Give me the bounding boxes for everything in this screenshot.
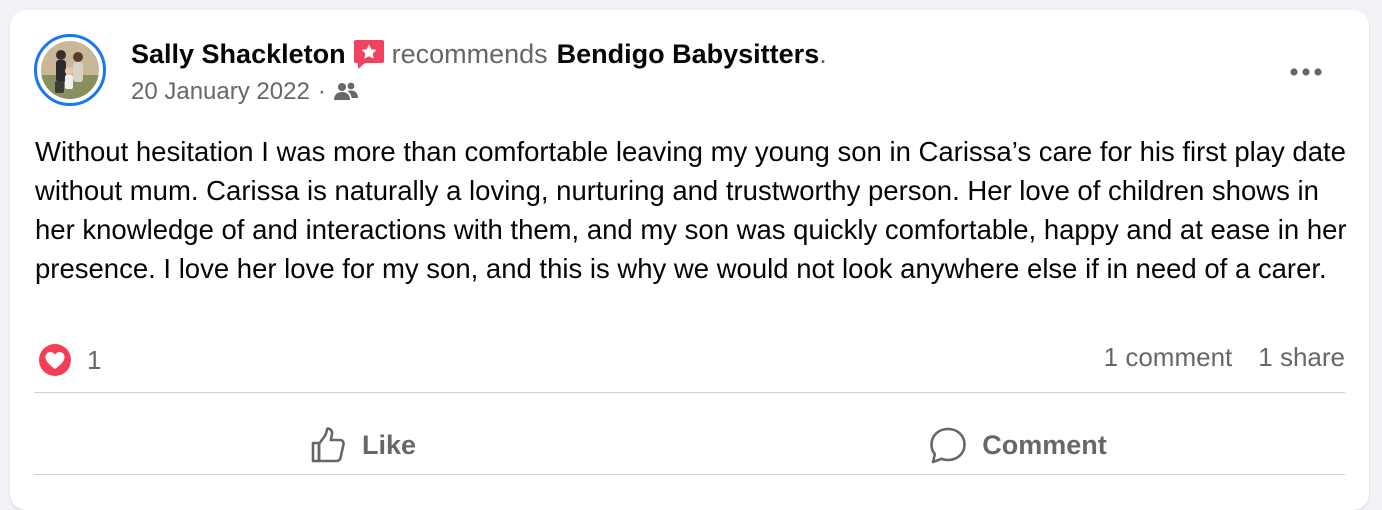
reactions-summary[interactable]: 1	[37, 342, 101, 378]
shares-count-link[interactable]: 1 share	[1258, 342, 1345, 373]
avatar-photo	[41, 41, 99, 99]
post-body: Without hesitation I was more than comfo…	[35, 136, 1347, 284]
post-date[interactable]: 20 January 2022	[131, 78, 310, 106]
divider-top	[34, 392, 1345, 393]
header-period: .	[819, 38, 827, 69]
author-name[interactable]: Sally Shackleton	[131, 39, 346, 70]
recommendation-flag-icon	[352, 37, 386, 71]
page-name-link[interactable]: Bendigo Babysitters	[557, 39, 820, 70]
thumbs-up-icon	[308, 425, 348, 465]
friends-icon[interactable]	[333, 81, 358, 103]
reaction-count: 1	[87, 344, 102, 375]
like-label: Like	[361, 429, 417, 460]
post-meta: 20 January 2022 ·	[131, 78, 358, 106]
more-options-icon	[1290, 68, 1322, 76]
author-avatar[interactable]	[34, 34, 106, 106]
comment-bubble-icon	[928, 425, 968, 465]
post-card: Sally Shackleton recommends Bendigo Baby…	[10, 10, 1369, 510]
comments-count-link[interactable]: 1 comment	[1104, 342, 1233, 373]
love-reaction-icon	[37, 342, 73, 378]
recommends-verb: recommends	[391, 38, 548, 69]
comment-label: Comment	[982, 429, 1107, 460]
more-options-button[interactable]	[1278, 52, 1334, 92]
divider-bottom	[34, 474, 1345, 475]
post-header: Sally Shackleton recommends Bendigo Baby…	[131, 37, 827, 71]
engagement-stats: 1 comment 1 share	[1104, 342, 1345, 373]
meta-separator: ·	[317, 78, 326, 105]
